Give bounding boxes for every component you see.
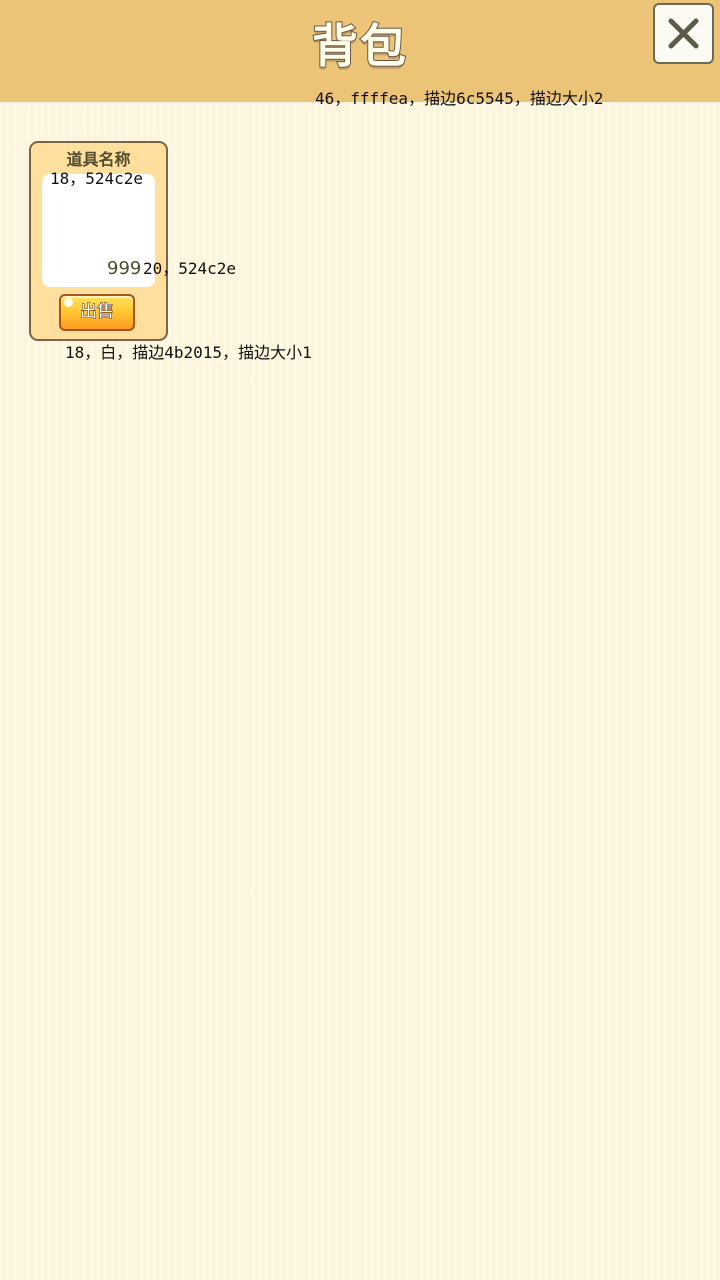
item-name-style-note: 18，524c2e [50,169,144,188]
title-style-note: 46，ffffea，描边6c5545，描边大小2 [315,89,604,108]
sell-button[interactable]: 出售 [59,294,135,331]
sell-button-label: 出售 [80,302,115,323]
close-button[interactable] [653,3,714,64]
item-count: 999 [107,258,142,279]
item-name: 道具名称 [66,150,131,169]
page-title: 背包 [311,18,408,74]
sell-button-style-note: 18，白，描边4b2015，描边大小1 [65,343,312,362]
item-count-style-note: 20，524c2e [143,259,237,278]
close-icon [668,18,699,49]
header-bar: 背包 [0,0,720,102]
